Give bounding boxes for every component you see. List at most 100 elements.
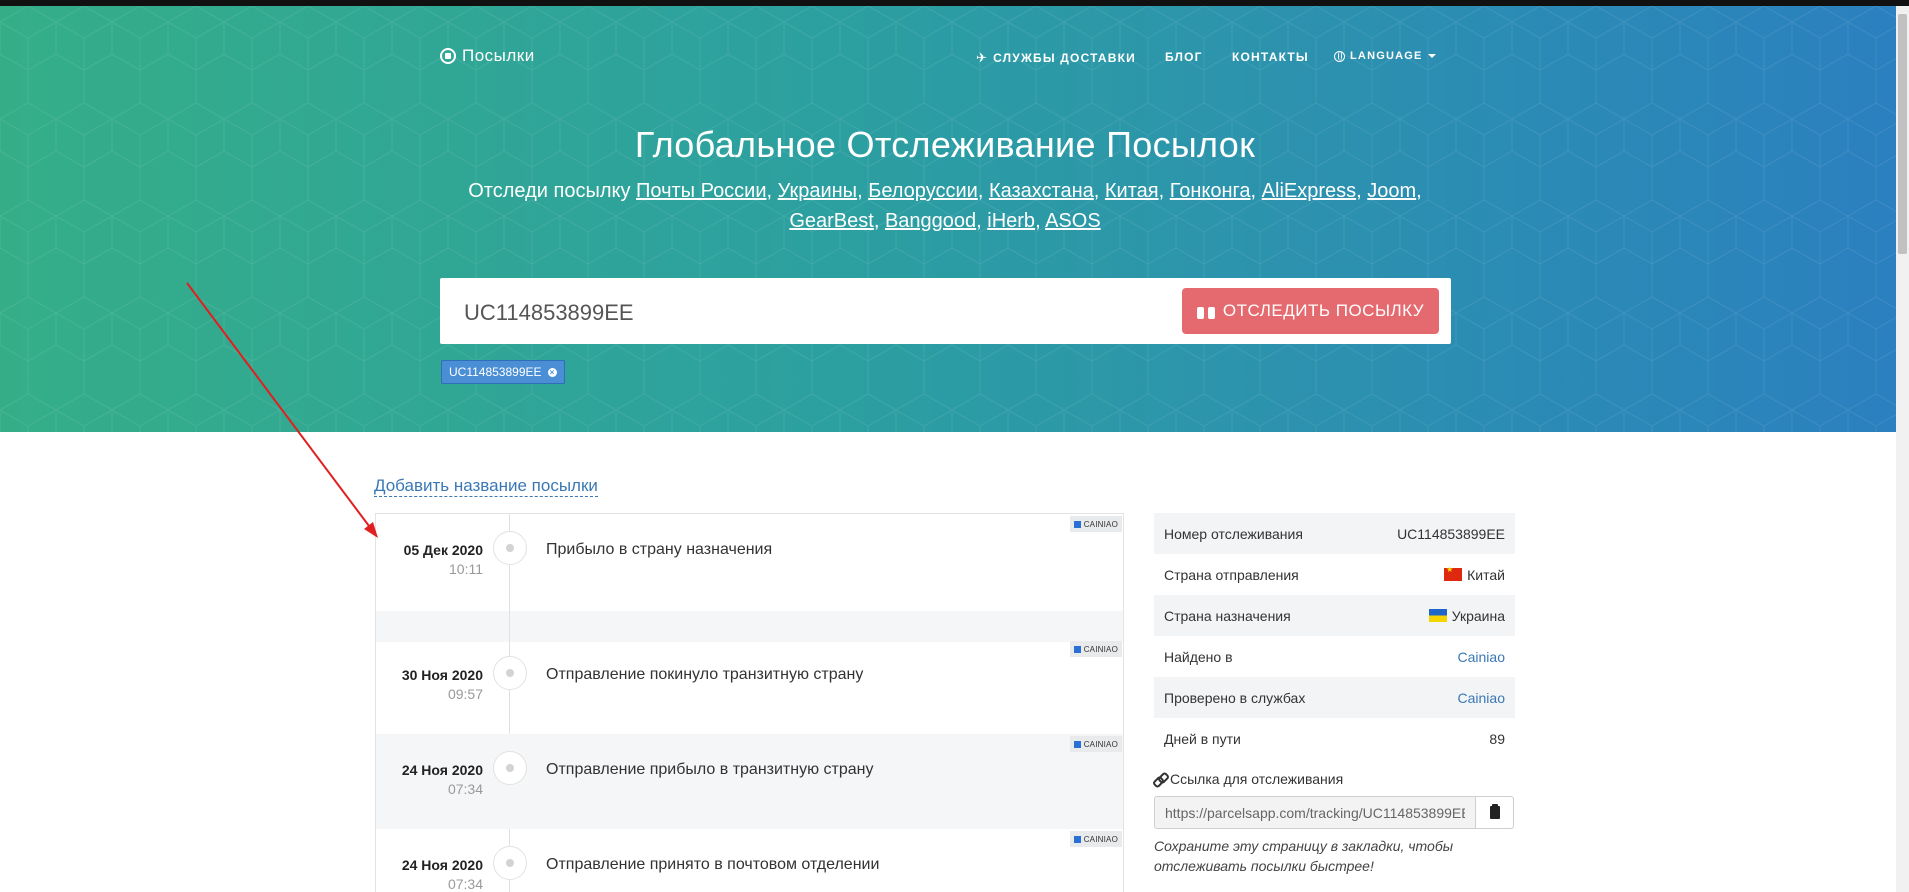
link-gearbest[interactable]: GearBest	[789, 210, 873, 232]
timeline-event: CAINIAO 24 Ноя 2020 07:34 Отправление пр…	[376, 734, 1123, 829]
timeline-event: CAINIAO 24 Ноя 2020 07:34 Отправление пр…	[376, 829, 1123, 892]
link-iherb[interactable]: iHerb	[987, 210, 1035, 232]
link-banggood[interactable]: Banggood	[885, 210, 976, 232]
link-aliexpress[interactable]: AliExpress	[1262, 180, 1356, 202]
event-description: Отправление прибыло в транзитную страну	[546, 761, 874, 778]
track-parcel-button[interactable]: ОТСЛЕДИТЬ ПОСЫЛКУ	[1182, 288, 1439, 334]
origin-country: Китай	[1467, 566, 1505, 583]
destination-country: Украина	[1451, 607, 1505, 624]
link-asos[interactable]: ASOS	[1045, 210, 1101, 232]
found-in-link[interactable]: Cainiao	[1458, 649, 1505, 665]
caret-down-icon	[1427, 54, 1436, 58]
info-row-days-in-transit: Дней в пути 89	[1154, 718, 1515, 759]
nav-contacts-label: КОНТАКТЫ	[1232, 50, 1309, 64]
parcel-info-table: Номер отслеживания UC114853899EE Страна …	[1154, 513, 1515, 759]
cainiao-logo-icon	[1073, 520, 1081, 528]
tracking-number-input[interactable]	[462, 294, 1166, 332]
language-label: LANGUAGE	[1350, 50, 1423, 62]
nav-blog[interactable]: БЛОГ	[1165, 50, 1203, 64]
cainiao-logo-icon	[1073, 740, 1081, 748]
info-label: Проверено в службах	[1164, 689, 1306, 706]
ukraine-flag-icon	[1428, 609, 1447, 622]
link-belarus[interactable]: Белоруссии	[868, 180, 978, 202]
link-icon	[1154, 773, 1166, 785]
carrier-badge: CAINIAO	[1069, 831, 1122, 847]
info-label: Страна назначения	[1164, 607, 1291, 624]
timeline-dot-icon	[493, 751, 527, 785]
carrier-name: CAINIAO	[1083, 644, 1118, 654]
event-date: 05 Дек 2020	[403, 542, 483, 558]
timeline-dot-icon	[493, 656, 527, 690]
parcel-logo-icon	[440, 48, 456, 64]
link-china[interactable]: Китая	[1105, 180, 1159, 202]
carrier-badge: CAINIAO	[1069, 516, 1122, 532]
info-label: Найдено в	[1164, 648, 1233, 665]
info-row-destination: Страна назначения Украина	[1154, 595, 1515, 636]
plane-icon: ✈	[976, 50, 989, 65]
event-description: Отправление принято в почтовом отделении	[546, 856, 880, 873]
hero-lead-text: Отследи посылку	[468, 180, 631, 202]
remove-tag-icon[interactable]: ×	[547, 367, 557, 377]
track-parcel-button-label: ОТСЛЕДИТЬ ПОСЫЛКУ	[1222, 301, 1425, 320]
timeline-event: CAINIAO 30 Ноя 2020 09:57 Отправление по…	[376, 639, 1123, 732]
timeline-event: CAINIAO 05 Дек 2020 10:11 Прибыло в стра…	[376, 514, 1123, 610]
scrollbar-thumb[interactable]	[1898, 14, 1907, 254]
link-joom[interactable]: Joom	[1367, 180, 1416, 202]
nav-delivery-services-label: СЛУЖБЫ ДОСТАВКИ	[993, 51, 1137, 65]
tracking-tag-label: UC114853899EE	[449, 365, 542, 379]
brand-name: Посылки	[462, 46, 535, 65]
search-box: ОТСЛЕДИТЬ ПОСЫЛКУ	[440, 278, 1451, 344]
page-scrollbar[interactable]	[1896, 6, 1909, 892]
timeline-dot-icon	[493, 846, 527, 880]
cainiao-logo-icon	[1073, 645, 1081, 653]
copy-link-button[interactable]	[1475, 797, 1513, 828]
info-value: Китай	[1444, 565, 1505, 583]
event-time: 09:57	[447, 686, 483, 702]
page-title: Глобальное Отслеживание Посылок	[634, 124, 1256, 165]
tracking-link-label-text: Ссылка для отслеживания	[1170, 771, 1344, 787]
nav-delivery-services[interactable]: ✈ СЛУЖБЫ ДОСТАВКИ	[976, 50, 1136, 66]
link-ukraine[interactable]: Украины	[778, 180, 857, 202]
event-description: Прибыло в страну назначения	[546, 541, 773, 558]
link-hongkong[interactable]: Гонконга	[1170, 180, 1251, 202]
site-logo[interactable]: Посылки	[440, 46, 535, 66]
link-russian-post[interactable]: Почты России	[636, 180, 767, 202]
event-time: 07:34	[447, 781, 483, 797]
event-date: 24 Ноя 2020	[401, 762, 483, 778]
cainiao-logo-icon	[1073, 835, 1081, 843]
info-row-tracking-number: Номер отслеживания UC114853899EE	[1154, 513, 1515, 554]
event-time: 07:34	[447, 876, 483, 892]
link-kazakhstan[interactable]: Казахстана	[989, 180, 1094, 202]
bookmark-hint: Сохраните эту страницу в закладки, чтобы…	[1154, 838, 1453, 874]
carrier-badge: CAINIAO	[1069, 736, 1122, 752]
event-date: 24 Ноя 2020	[401, 857, 483, 873]
add-parcel-name-link[interactable]: Добавить название посылки	[374, 476, 598, 497]
timeline-dot-icon	[493, 531, 527, 565]
info-value: UC114853899EE	[1397, 525, 1505, 542]
event-date: 30 Ноя 2020	[401, 667, 483, 683]
carrier-badge: CAINIAO	[1069, 641, 1122, 657]
tracking-timeline: CAINIAO 05 Дек 2020 10:11 Прибыло в стра…	[375, 513, 1124, 892]
info-label: Дней в пути	[1164, 730, 1241, 747]
china-flag-icon	[1444, 565, 1463, 581]
event-description: Отправление покинуло транзитную страну	[546, 666, 864, 683]
checked-in-link[interactable]: Cainiao	[1458, 690, 1505, 706]
info-value: 89	[1489, 730, 1505, 747]
hero-subtitle: Отследи посылку Почты России, Украины, Б…	[468, 180, 1422, 232]
info-row-found-in: Найдено в Cainiao	[1154, 636, 1515, 677]
hero-section: Посылки ✈ СЛУЖБЫ ДОСТАВКИ БЛОГ КОНТАКТЫ …	[0, 6, 1896, 432]
event-time: 10:11	[449, 561, 483, 577]
info-value: Украина	[1428, 607, 1505, 624]
info-label: Номер отслеживания	[1164, 525, 1303, 542]
info-row-checked-in: Проверено в службах Cainiao	[1154, 677, 1515, 718]
info-label: Страна отправления	[1164, 566, 1299, 583]
timeline-separator	[376, 611, 1123, 642]
carrier-name: CAINIAO	[1083, 519, 1118, 529]
language-dropdown[interactable]: LANGUAGE	[1334, 50, 1436, 62]
nav-contacts[interactable]: КОНТАКТЫ	[1232, 50, 1309, 64]
tracking-tag[interactable]: UC114853899EE ×	[441, 360, 565, 384]
tracking-link-input[interactable]	[1155, 797, 1475, 828]
carrier-name: CAINIAO	[1083, 739, 1118, 749]
clipboard-icon	[1489, 804, 1500, 819]
carrier-name: CAINIAO	[1083, 834, 1118, 844]
